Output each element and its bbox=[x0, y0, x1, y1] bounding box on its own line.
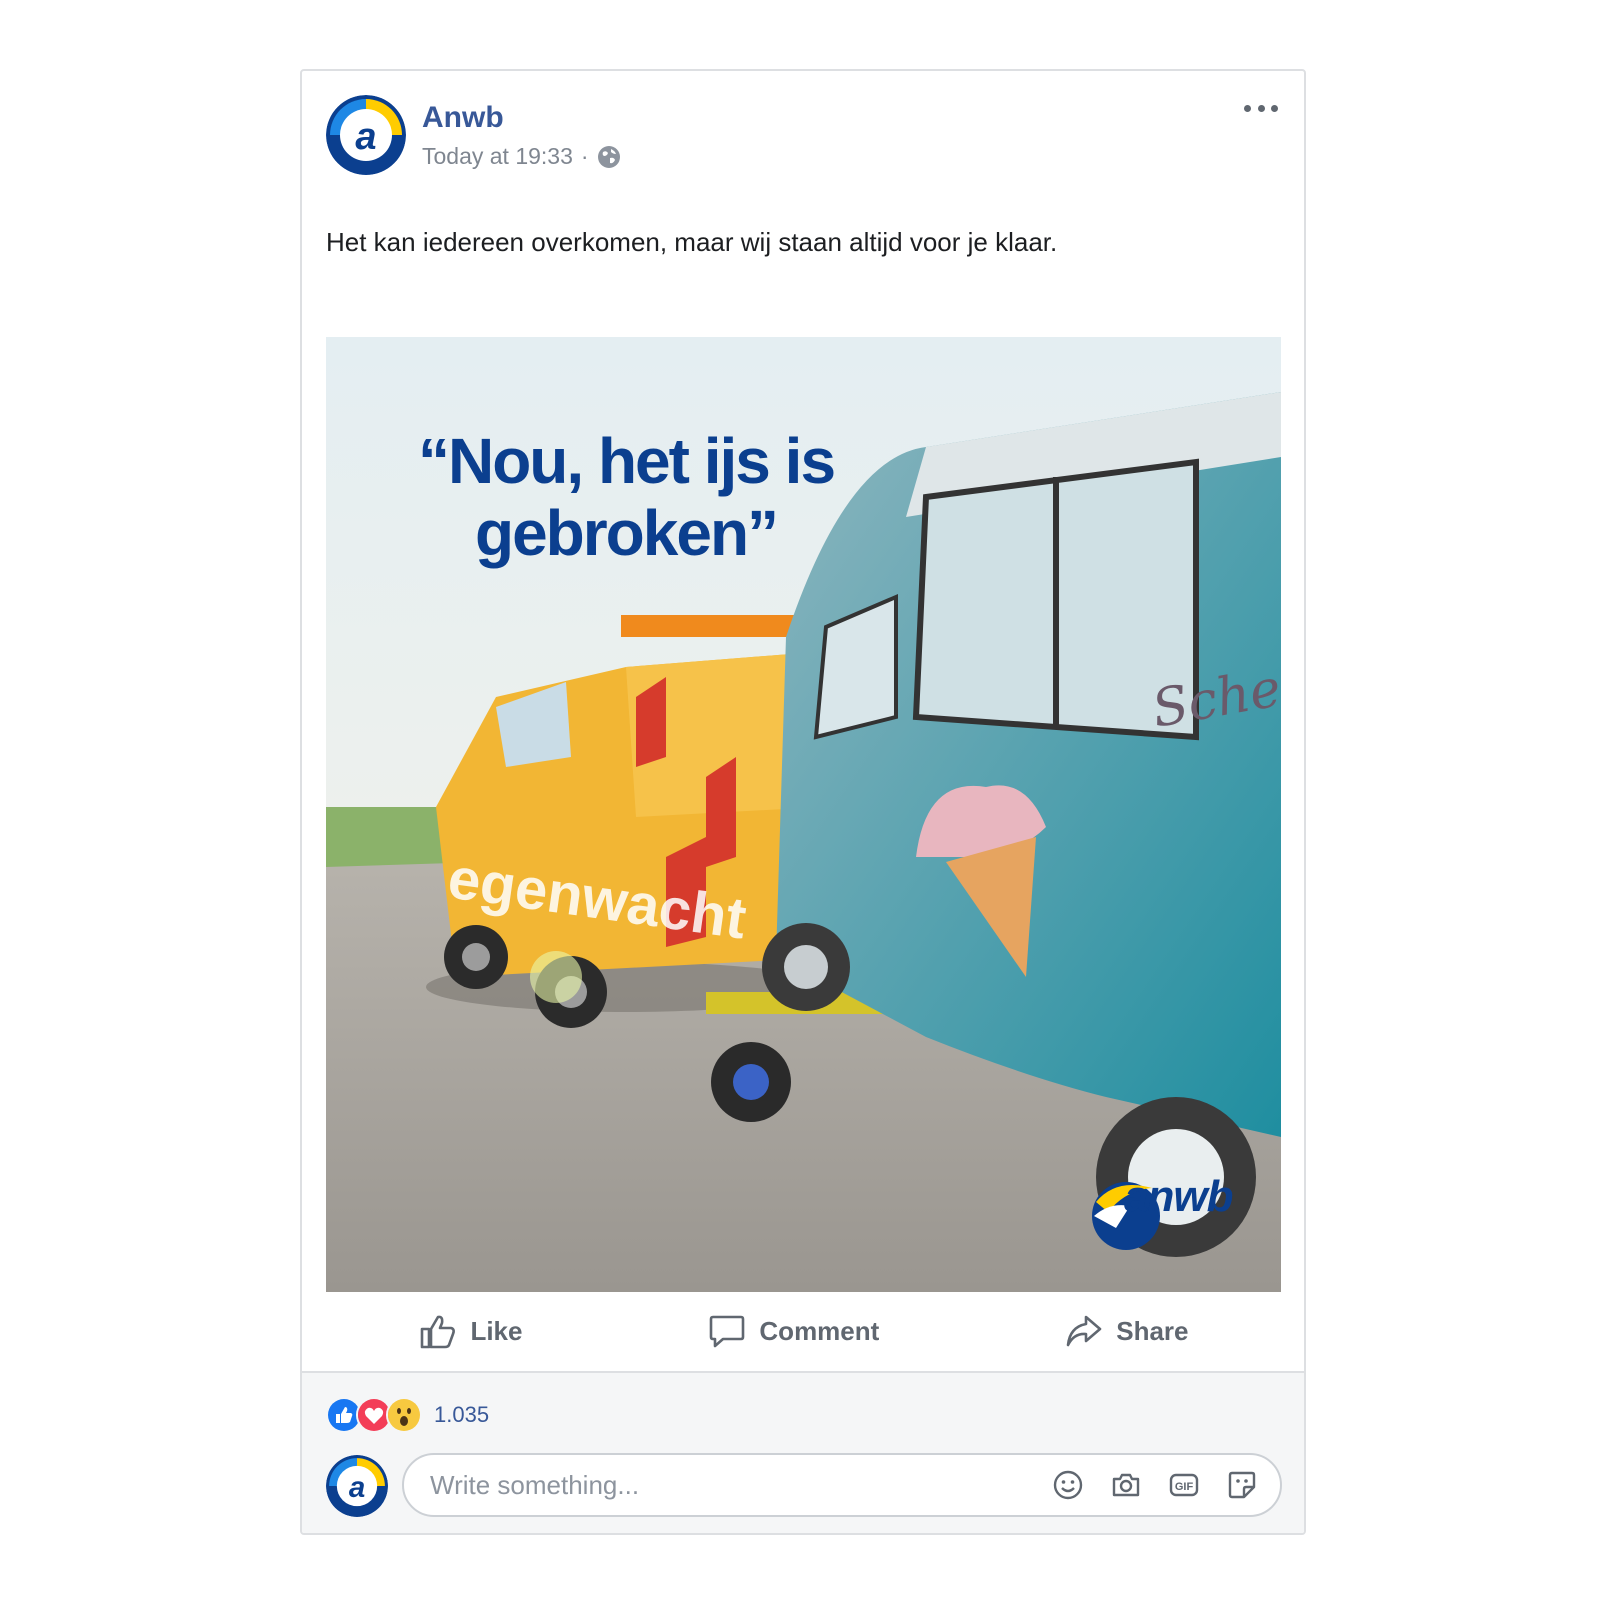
camera-icon[interactable] bbox=[1110, 1469, 1142, 1501]
share-arrow-icon bbox=[1066, 1315, 1102, 1347]
wow-reaction-icon bbox=[386, 1397, 422, 1433]
globe-icon[interactable] bbox=[597, 145, 621, 169]
post-text: Het kan iedereen overkomen, maar wij sta… bbox=[326, 227, 1058, 257]
post-card: a Anwb Today at 19:33 · Het kan iedereen… bbox=[300, 69, 1306, 1535]
post-meta: Today at 19:33 · bbox=[422, 143, 621, 170]
thumbs-up-icon bbox=[421, 1315, 456, 1349]
headline-line-1: “Nou, het ijs is bbox=[417, 425, 836, 497]
page-avatar[interactable]: a bbox=[326, 95, 406, 175]
reactions-summary[interactable]: 1.035 bbox=[326, 1397, 489, 1433]
anwb-logo-text: anwb bbox=[1124, 1172, 1233, 1221]
sticker-icon[interactable] bbox=[1226, 1469, 1258, 1501]
share-button[interactable]: Share bbox=[1044, 1303, 1208, 1359]
more-options-icon[interactable] bbox=[1244, 97, 1278, 119]
page-name-link[interactable]: Anwb bbox=[422, 101, 504, 135]
meta-separator: · bbox=[580, 143, 589, 169]
comment-input[interactable] bbox=[428, 1468, 992, 1502]
comment-label: Comment bbox=[759, 1315, 880, 1346]
like-label: Like bbox=[470, 1315, 523, 1346]
post-footer: 1.035 a GIF bbox=[302, 1371, 1304, 1533]
image-headline: “Nou, het ijs is gebroken” bbox=[366, 425, 886, 569]
svg-text:a: a bbox=[349, 1471, 365, 1504]
share-label: Share bbox=[1116, 1315, 1189, 1346]
gif-icon[interactable]: GIF bbox=[1168, 1469, 1200, 1501]
headline-line-2: gebroken” bbox=[474, 497, 779, 569]
emoji-icon[interactable] bbox=[1052, 1469, 1084, 1501]
speech-bubble-icon bbox=[710, 1315, 745, 1348]
post-actions: Like Comment Share bbox=[326, 1292, 1281, 1370]
anwb-logo-icon: a bbox=[326, 1455, 388, 1517]
svg-text:GIF: GIF bbox=[1175, 1481, 1194, 1493]
anwb-brand-logo: anwb bbox=[1086, 1172, 1256, 1252]
comment-box: GIF bbox=[402, 1453, 1282, 1517]
post-timestamp[interactable]: Today at 19:33 bbox=[422, 143, 573, 170]
like-button[interactable]: Like bbox=[398, 1303, 542, 1359]
reaction-count[interactable]: 1.035 bbox=[434, 1402, 489, 1428]
commenter-avatar: a bbox=[326, 1455, 388, 1517]
anwb-logo-icon: a bbox=[326, 95, 406, 175]
comment-button[interactable]: Comment bbox=[687, 1303, 899, 1359]
post-image[interactable]: egenwacht Schepij “Nou, het ijs is gebro… bbox=[326, 337, 1281, 1292]
svg-text:a: a bbox=[355, 116, 376, 158]
comment-tools: GIF bbox=[1052, 1469, 1258, 1501]
